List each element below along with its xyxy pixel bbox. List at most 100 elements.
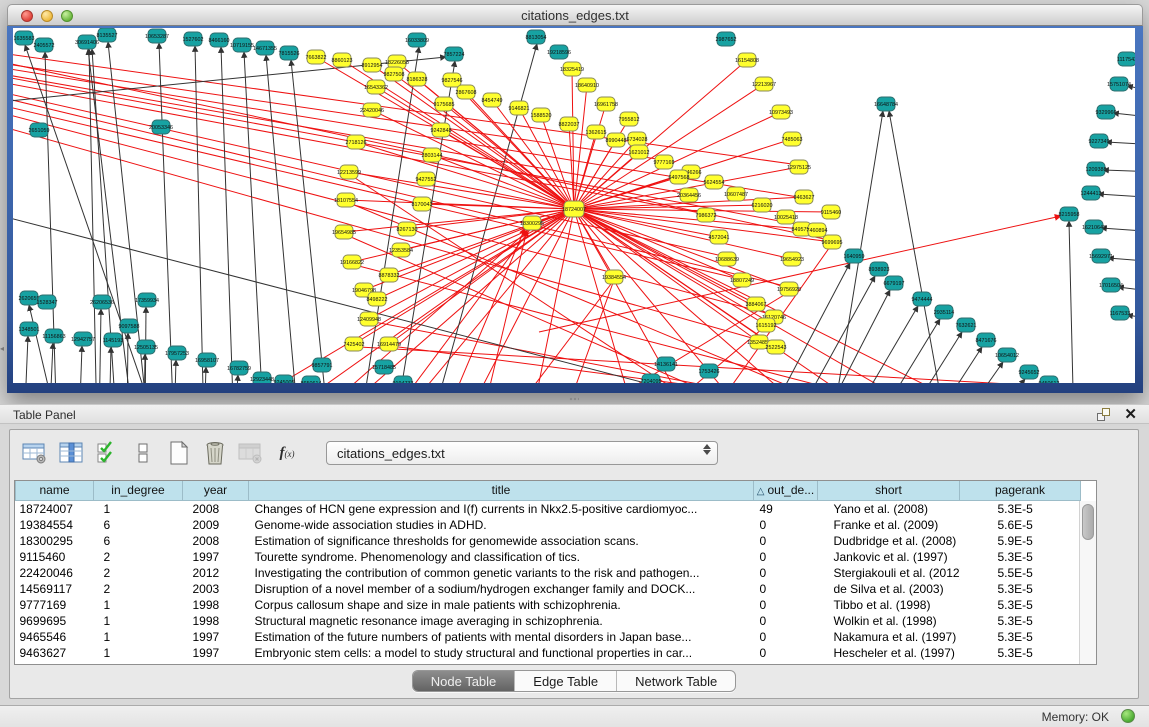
- graph-node[interactable]: 1635583: [14, 31, 35, 45]
- graph-node[interactable]: 1588520: [531, 108, 552, 122]
- graph-node[interactable]: 1348501: [19, 322, 40, 336]
- table-scrollbar[interactable]: [1079, 501, 1096, 664]
- select-all-columns-icon[interactable]: [92, 439, 122, 467]
- graph-node[interactable]: 9699695: [822, 235, 843, 249]
- graph-node[interactable]: 11156863: [42, 329, 65, 343]
- graph-node[interactable]: 1528347: [37, 295, 58, 309]
- graph-node[interactable]: 16210643: [1082, 220, 1106, 234]
- graph-node[interactable]: 8860123: [332, 53, 353, 67]
- graph-node[interactable]: 12942757: [71, 332, 95, 346]
- graph-node[interactable]: 16154808: [735, 53, 759, 67]
- graph-node[interactable]: 1527602: [183, 32, 204, 46]
- collapse-arrow-icon[interactable]: ◂: [0, 344, 4, 353]
- delete-columns-trash-icon[interactable]: [200, 439, 230, 467]
- graph-node[interactable]: 8822037: [559, 117, 580, 131]
- graph-node[interactable]: 18724007: [562, 201, 586, 217]
- graph-node[interactable]: 7460894: [807, 223, 828, 237]
- graph-node[interactable]: 17957253: [165, 346, 189, 360]
- graph-node[interactable]: 9777169: [654, 155, 675, 169]
- column-header-name[interactable]: name: [16, 481, 94, 500]
- graph-node[interactable]: 18107554: [334, 193, 358, 207]
- graph-node[interactable]: 12923448: [250, 372, 274, 383]
- graph-node[interactable]: 1362615: [586, 125, 607, 139]
- graph-node[interactable]: 7663822: [306, 50, 327, 64]
- graph-node[interactable]: 26206536: [90, 295, 114, 309]
- panel-splitter[interactable]: [0, 393, 1149, 404]
- graph-node[interactable]: 9827546: [442, 73, 463, 87]
- graph-node[interactable]: 20364456: [677, 188, 701, 202]
- graph-node[interactable]: 8135527: [97, 28, 118, 42]
- table-row[interactable]: 977716911998Corpus callosum shape and si…: [16, 597, 1081, 613]
- graph-node[interactable]: 7857224: [444, 47, 465, 61]
- graph-node[interactable]: 8170043: [412, 197, 433, 211]
- graph-node[interactable]: 19384554: [602, 270, 626, 284]
- graph-node[interactable]: 15751074: [1107, 77, 1131, 91]
- close-panel-icon[interactable]: ✕: [1124, 407, 1137, 423]
- graph-node[interactable]: 8471676: [976, 333, 997, 347]
- graph-node[interactable]: 19756928: [777, 282, 801, 296]
- graph-node[interactable]: 18300295: [520, 216, 544, 230]
- graph-node[interactable]: 8267130: [397, 222, 418, 236]
- graph-node[interactable]: 12213599: [337, 165, 361, 179]
- graph-node[interactable]: 8215958: [1059, 207, 1080, 221]
- graph-node[interactable]: 7986372: [696, 208, 717, 222]
- graph-node[interactable]: 15692971: [1089, 249, 1113, 263]
- graph-node[interactable]: 2405572: [34, 38, 55, 52]
- column-header-pagerank[interactable]: pagerank: [960, 481, 1081, 500]
- graph-node[interactable]: 9450612: [1039, 376, 1060, 383]
- graph-node[interactable]: 8498222: [367, 292, 388, 306]
- tab-edge-table[interactable]: Edge Table: [514, 671, 616, 691]
- graph-node[interactable]: 4572041: [709, 230, 730, 244]
- table-selector-dropdown[interactable]: citations_edges.txt: [326, 441, 718, 465]
- graph-node[interactable]: 1145193: [103, 333, 124, 347]
- graph-node[interactable]: 20053346: [149, 120, 173, 134]
- graph-node[interactable]: 1209388: [1086, 162, 1107, 176]
- graph-node[interactable]: 8186328: [407, 72, 428, 86]
- graph-node[interactable]: 2987652: [716, 32, 737, 46]
- column-header-out_de[interactable]: △out_de...: [754, 481, 818, 500]
- tab-node-table[interactable]: Node Table: [413, 671, 515, 691]
- window-titlebar[interactable]: citations_edges.txt: [7, 4, 1143, 26]
- graph-node[interactable]: 1615192: [756, 318, 777, 332]
- graph-node[interactable]: 16782759: [227, 361, 251, 375]
- graph-node[interactable]: 10025418: [774, 210, 798, 224]
- column-header-title[interactable]: title: [249, 481, 754, 500]
- graph-node[interactable]: 9242848: [431, 123, 452, 137]
- graph-node[interactable]: 22420046: [360, 103, 384, 117]
- graph-node[interactable]: 16033809: [405, 33, 429, 47]
- graph-node[interactable]: 14671355: [253, 41, 277, 55]
- graph-node[interactable]: 19218596: [547, 45, 571, 59]
- graph-node[interactable]: 17359934: [135, 293, 159, 307]
- graph-node[interactable]: 16958107: [195, 353, 219, 367]
- table-row[interactable]: 1938455462009Genome-wide association stu…: [16, 517, 1081, 533]
- graph-node[interactable]: 16914479: [377, 337, 401, 351]
- graph-node[interactable]: 8813054: [526, 30, 547, 44]
- graph-node[interactable]: 8650614: [301, 376, 322, 383]
- graph-node[interactable]: 9857791: [312, 358, 333, 372]
- graph-node[interactable]: 7955812: [619, 112, 640, 126]
- graph-node[interactable]: 9115460: [821, 205, 842, 219]
- graph-node[interactable]: 2803144: [422, 148, 443, 162]
- graph-node[interactable]: 9474444: [912, 292, 933, 306]
- graph-node[interactable]: 9427552: [416, 172, 437, 186]
- graph-node[interactable]: 7632621: [956, 318, 977, 332]
- graph-node[interactable]: 18640910: [575, 78, 599, 92]
- tab-network-table[interactable]: Network Table: [616, 671, 735, 691]
- graph-node[interactable]: 9245005: [274, 375, 295, 383]
- table-mode-icon[interactable]: [20, 439, 50, 467]
- graph-node[interactable]: 10973493: [769, 105, 793, 119]
- graph-node[interactable]: 18807249: [730, 273, 754, 287]
- graph-node[interactable]: 8878332: [379, 268, 400, 282]
- graph-node[interactable]: 7204095: [641, 374, 662, 383]
- graph-node[interactable]: 9245652: [1019, 365, 1040, 379]
- graph-node[interactable]: 16543362: [364, 80, 388, 94]
- table-row[interactable]: 969969511998Structural magnetic resonanc…: [16, 613, 1081, 629]
- graph-node[interactable]: 12213967: [752, 77, 776, 91]
- graph-node[interactable]: 17016504: [1099, 278, 1123, 292]
- graph-node[interactable]: 7425402: [344, 337, 365, 351]
- graph-node[interactable]: 2651059: [29, 123, 50, 137]
- graph-node[interactable]: 30691406: [75, 35, 99, 49]
- graph-node[interactable]: 6497568: [669, 170, 690, 184]
- memory-status-indicator[interactable]: [1121, 709, 1135, 723]
- graph-node[interactable]: 9463627: [794, 190, 815, 204]
